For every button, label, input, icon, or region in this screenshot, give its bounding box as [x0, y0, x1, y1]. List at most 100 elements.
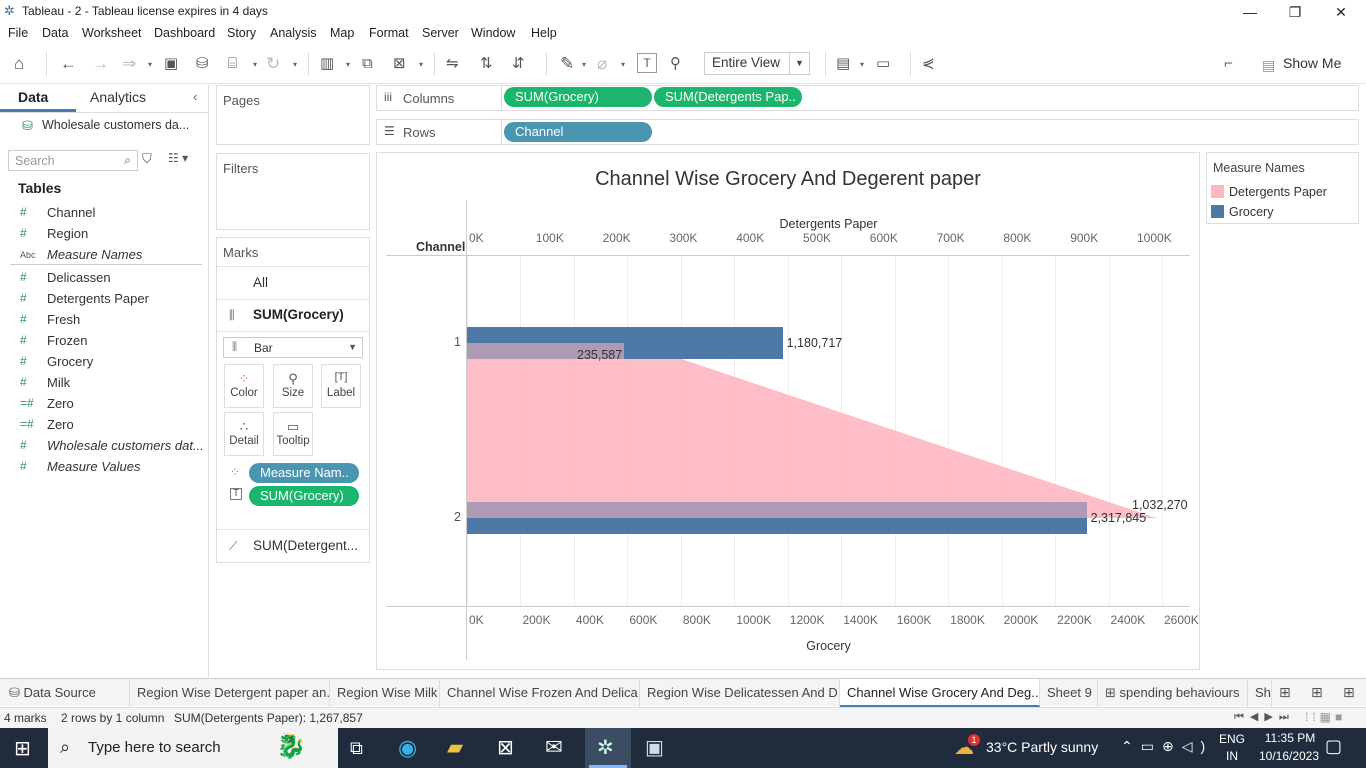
tab-region-wise-detergent[interactable]: Region Wise Detergent paper an...: [130, 679, 330, 707]
menu-help[interactable]: Help: [531, 26, 557, 40]
group-members-icon[interactable]: ⌀: [597, 54, 607, 74]
measure-names-color-pill[interactable]: Measure Nam..: [249, 463, 359, 483]
columns-pill-detergents[interactable]: SUM(Detergents Pap..: [654, 87, 802, 107]
field-item[interactable]: # Milk: [0, 373, 209, 394]
field-item[interactable]: # Channel: [0, 203, 209, 224]
show-cards-icon[interactable]: ▤: [836, 54, 850, 74]
windows-start-icon[interactable]: ⊞: [14, 736, 31, 761]
menu-format[interactable]: Format: [369, 26, 409, 40]
close-button[interactable]: ✕: [1326, 2, 1356, 22]
format-paint-icon[interactable]: ⌐: [1224, 54, 1233, 74]
sort-ascending-icon[interactable]: ⇅: [480, 54, 493, 74]
field-item[interactable]: # Fresh: [0, 310, 209, 331]
filter-icon[interactable]: ⛉: [142, 151, 152, 167]
tableau-taskbar-button[interactable]: ✲: [585, 728, 631, 768]
app-window-icon[interactable]: ▣: [645, 735, 664, 760]
menu-analysis[interactable]: Analysis: [270, 26, 317, 40]
clear-sheet-icon[interactable]: ⊠: [393, 54, 406, 74]
menu-file[interactable]: File: [8, 26, 28, 40]
pages-card[interactable]: Pages: [216, 85, 370, 145]
share-icon[interactable]: ⋞: [922, 54, 935, 74]
presentation-mode-icon[interactable]: ▭: [876, 54, 890, 74]
menu-window[interactable]: Window: [471, 26, 515, 40]
datasource-name[interactable]: Wholesale customers da...: [42, 118, 189, 132]
show-mark-labels-icon[interactable]: T: [637, 53, 657, 73]
chevron-down-icon[interactable]: ▼: [789, 53, 809, 74]
menu-worksheet[interactable]: Worksheet: [82, 26, 142, 40]
field-item[interactable]: # Delicassen: [0, 268, 209, 289]
weather-text[interactable]: 33°C Partly sunny: [986, 739, 1098, 755]
swap-rows-columns-icon[interactable]: ⇋: [446, 54, 459, 74]
marks-grocery-tab[interactable]: SUM(Grocery): [253, 307, 344, 322]
pause-updates-icon[interactable]: ⌸: [228, 54, 237, 74]
new-worksheet-icon[interactable]: ▥: [320, 54, 334, 74]
menu-server[interactable]: Server: [422, 26, 459, 40]
sort-descending-icon[interactable]: ⇵: [512, 54, 525, 74]
collapse-pane-icon[interactable]: ‹: [193, 89, 197, 104]
tab-region-wise-milk[interactable]: Region Wise Milk: [330, 679, 440, 707]
field-item[interactable]: # Wholesale customers dat...: [0, 436, 209, 457]
save-icon[interactable]: ▣: [164, 54, 178, 74]
menu-dashboard[interactable]: Dashboard: [154, 26, 215, 40]
store-icon[interactable]: ⊠: [497, 735, 514, 760]
sum-grocery-label-pill[interactable]: SUM(Grocery): [249, 486, 359, 506]
plot-area[interactable]: [467, 256, 1190, 606]
replay-icon[interactable]: ⇒: [122, 54, 136, 74]
tab-data[interactable]: Data: [18, 89, 48, 105]
minimize-button[interactable]: —: [1235, 2, 1265, 22]
tab-spending-behaviours[interactable]: ⊞ spending behaviours: [1098, 679, 1248, 707]
filters-card[interactable]: Filters: [216, 153, 370, 230]
field-item[interactable]: =# Zero: [0, 394, 209, 415]
undo-icon[interactable]: ←: [60, 54, 77, 74]
show-me-button[interactable]: Show Me: [1262, 55, 1341, 71]
mark-type-select[interactable]: ⫼ Bar ▼: [223, 337, 363, 358]
sheet-view-mode-icon[interactable]: ⁞⁞▦■: [1305, 710, 1346, 724]
size-button[interactable]: ⚲ Size: [273, 364, 313, 408]
home-icon[interactable]: ⌂: [14, 54, 24, 74]
tooltip-button[interactable]: ▭ Tooltip: [273, 412, 313, 456]
menu-story[interactable]: Story: [227, 26, 256, 40]
field-item[interactable]: # Detergents Paper: [0, 289, 209, 310]
columns-pill-grocery[interactable]: SUM(Grocery): [504, 87, 652, 107]
mail-icon[interactable]: ✉: [545, 735, 563, 760]
search-input[interactable]: Search ⌕: [8, 150, 138, 171]
file-explorer-icon[interactable]: ▰: [447, 735, 463, 760]
legend-label-detergents[interactable]: Detergents Paper: [1229, 185, 1327, 199]
highlight-icon[interactable]: ✎: [560, 54, 574, 74]
new-worksheet-tab-icon[interactable]: ⊞: [1279, 684, 1291, 701]
rows-pill-channel[interactable]: Channel: [504, 122, 652, 142]
notification-icon[interactable]: ▢: [1325, 736, 1342, 757]
marks-detergent-tab[interactable]: SUM(Detergent...: [253, 538, 358, 553]
clock-time[interactable]: 11:35 PM: [1259, 731, 1321, 745]
tab-channel-wise-grocery[interactable]: Channel Wise Grocery And Deg...: [840, 679, 1040, 707]
system-tray-icons[interactable]: ⌃▭⊕◁): [1121, 738, 1213, 755]
task-view-icon[interactable]: ⧉: [350, 738, 363, 759]
menu-map[interactable]: Map: [330, 26, 354, 40]
tab-analytics[interactable]: Analytics: [90, 89, 146, 105]
tab-region-wise-delicatessen[interactable]: Region Wise Delicatessen And D...: [640, 679, 840, 707]
duplicate-sheet-icon[interactable]: ⧉: [362, 54, 373, 74]
field-item[interactable]: # Grocery: [0, 352, 209, 373]
edge-browser-icon[interactable]: ◉: [398, 735, 417, 761]
legend-label-grocery[interactable]: Grocery: [1229, 205, 1273, 219]
field-item[interactable]: =# Zero: [0, 415, 209, 436]
taskbar-search[interactable]: ⌕ Type here to search 🐉: [48, 728, 338, 768]
redo-icon[interactable]: →: [92, 54, 109, 74]
marks-all-tab[interactable]: All: [253, 275, 268, 290]
label-button[interactable]: [T] Label: [321, 364, 361, 408]
lang-primary[interactable]: ENG: [1219, 732, 1245, 746]
tab-sh[interactable]: Sh: [1248, 679, 1272, 707]
field-item[interactable]: # Region: [0, 224, 209, 245]
restore-button[interactable]: ❐: [1280, 2, 1310, 22]
refresh-icon[interactable]: ↻: [266, 54, 280, 74]
field-item[interactable]: # Measure Values: [0, 457, 209, 478]
tab-channel-wise-frozen[interactable]: Channel Wise Frozen And Delica...: [440, 679, 640, 707]
new-datasource-icon[interactable]: ⛁: [196, 54, 209, 74]
view-list-icon[interactable]: ☷ ▾: [168, 151, 188, 165]
detail-button[interactable]: ∴ Detail: [224, 412, 264, 456]
tab-sheet-9[interactable]: Sheet 9: [1040, 679, 1098, 707]
menu-data[interactable]: Data: [42, 26, 68, 40]
field-item[interactable]: # Frozen: [0, 331, 209, 352]
color-button[interactable]: ⁘ Color: [224, 364, 264, 408]
tab-data-source[interactable]: ⛁ Data Source: [0, 679, 130, 707]
